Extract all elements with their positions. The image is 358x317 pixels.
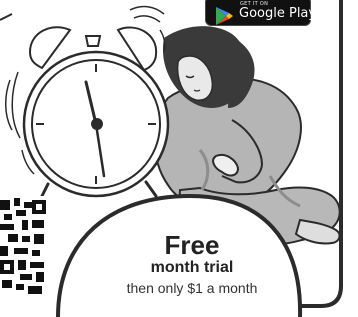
promo-card: GET IT ON Google Play Free month trial t…	[0, 0, 358, 317]
accent-line	[0, 13, 13, 21]
offer-text: Free month trial then only $1 a month	[92, 232, 292, 297]
offer-trial: month trial	[150, 259, 234, 276]
offer-free: Free	[164, 230, 220, 260]
google-play-icon	[216, 7, 233, 25]
alarm-clock-icon	[5, 5, 170, 202]
qr-code-icon[interactable]	[0, 196, 48, 298]
offer-price: then only $1 a month	[126, 280, 258, 296]
badge-store-name: Google Play	[239, 6, 317, 21]
google-play-badge[interactable]: GET IT ON Google Play	[205, 0, 316, 26]
